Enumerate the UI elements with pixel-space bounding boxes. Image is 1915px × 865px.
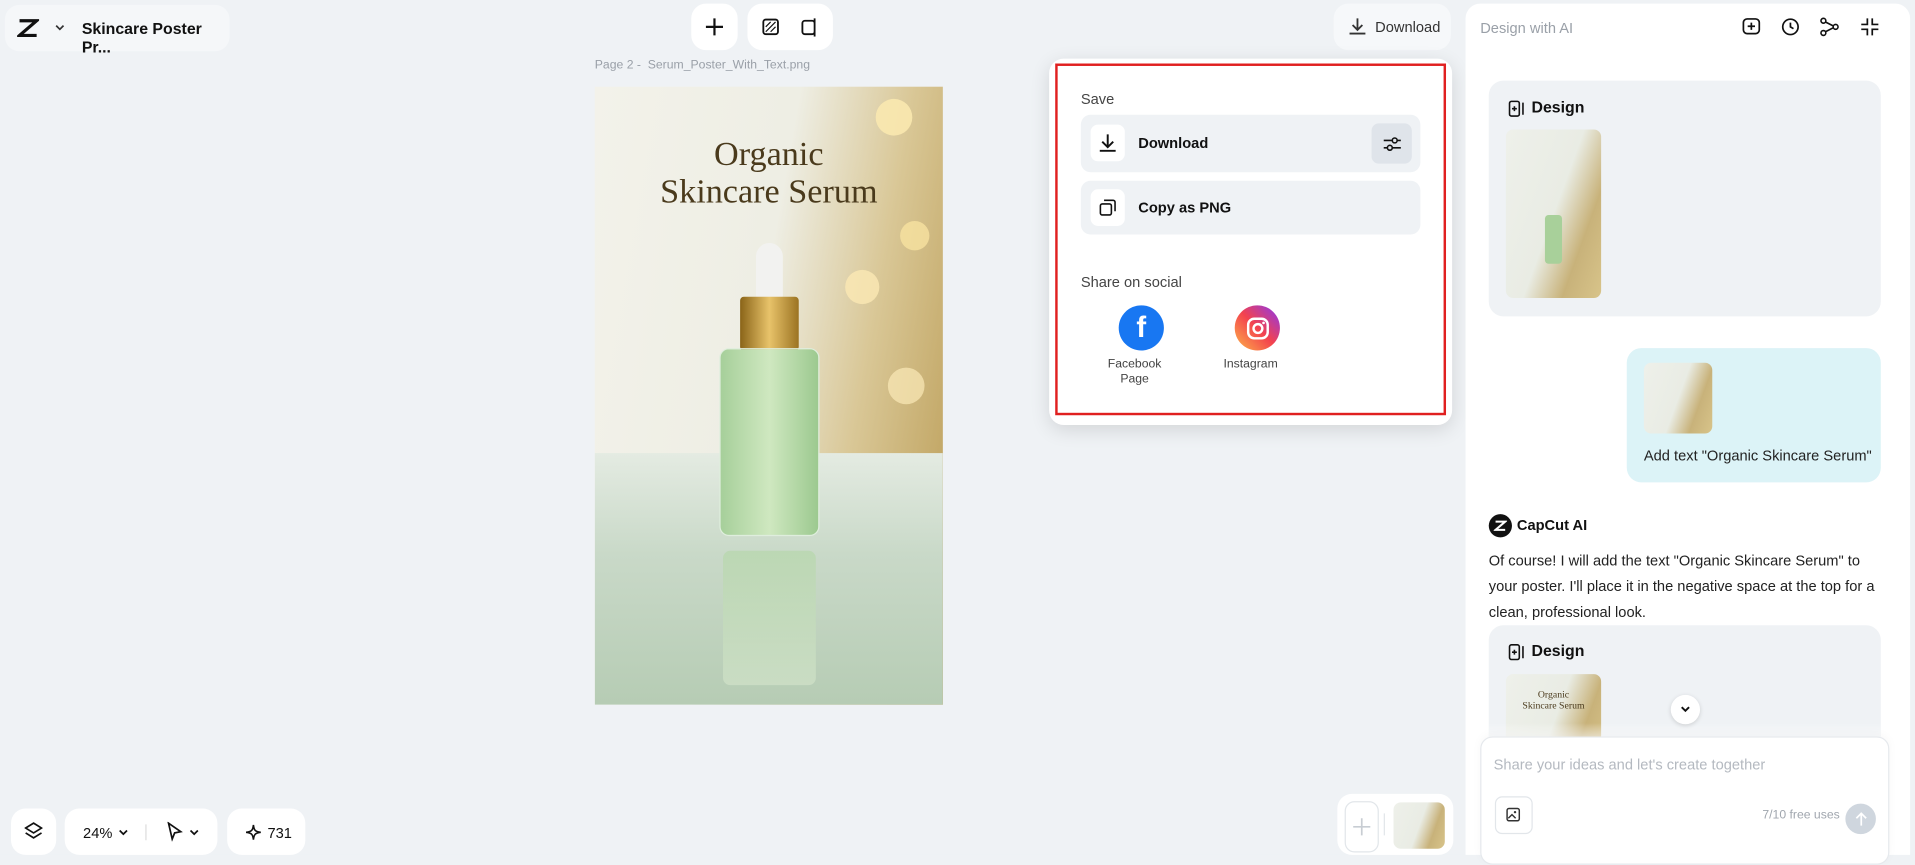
- ai-panel: Design with AI Design Add text "Organic …: [1465, 3, 1911, 865]
- bokeh-light: [900, 221, 930, 251]
- bottle-body: [718, 348, 819, 537]
- design-thumbnail[interactable]: [1505, 129, 1602, 298]
- chevron-down-icon[interactable]: [54, 23, 66, 33]
- plus-icon: [705, 17, 725, 37]
- facebook-icon: f: [1118, 305, 1164, 351]
- share-heading: Share on social: [1080, 273, 1182, 291]
- download-icon: [1348, 17, 1366, 35]
- assistant-message: Of course! I will add the text "Organic …: [1488, 552, 1875, 621]
- thumb-title-line: Skincare Serum: [1522, 699, 1585, 711]
- design-card: Design: [1488, 80, 1881, 317]
- poster-canvas[interactable]: Organic Skincare Serum: [594, 86, 943, 705]
- collapse-icon[interactable]: [1860, 17, 1880, 37]
- poster-title-line: Organic: [714, 135, 824, 174]
- layers-button[interactable]: [10, 808, 57, 855]
- capcut-ai-avatar: [1488, 514, 1512, 538]
- page-strip: [1337, 793, 1454, 855]
- history-icon[interactable]: [1781, 17, 1801, 37]
- page-number: Page 2 -: [594, 58, 641, 73]
- add-button[interactable]: [691, 3, 738, 51]
- divider: [145, 824, 147, 841]
- download-button[interactable]: Download: [1333, 3, 1451, 51]
- credits-button[interactable]: 731: [227, 808, 306, 855]
- zoom-controls: 24%: [64, 808, 218, 855]
- scroll-down-button[interactable]: [1670, 694, 1701, 725]
- background-icon[interactable]: [762, 18, 779, 36]
- bokeh-light: [845, 269, 880, 305]
- copy-image-icon: [1090, 189, 1125, 226]
- project-title[interactable]: Skincare Poster Pr...: [82, 20, 230, 57]
- bokeh-light: [887, 367, 925, 405]
- design-icon: [1508, 100, 1525, 117]
- settings-sliders-icon[interactable]: [1371, 123, 1412, 164]
- poster-title: Organic Skincare Serum: [595, 136, 943, 212]
- copy-as-png-option[interactable]: Copy as PNG: [1080, 180, 1421, 235]
- download-icon: [1090, 124, 1125, 162]
- bottle-dropper: [755, 243, 783, 300]
- chevron-down-icon[interactable]: [117, 828, 129, 838]
- menu-download-option[interactable]: Download: [1080, 114, 1421, 173]
- add-image-icon[interactable]: [1494, 796, 1533, 835]
- usage-counter: 7/10 free uses: [1762, 808, 1840, 822]
- facebook-label: Facebook: [1107, 357, 1162, 372]
- app: Skincare Poster Pr... Page 2 - Serum_Pos…: [0, 0, 1915, 865]
- save-heading: Save: [1080, 90, 1115, 108]
- bottle-cap: [739, 296, 799, 351]
- download-menu: Save Download Copy as PNG Share on socia…: [1049, 58, 1453, 426]
- bokeh-light: [875, 98, 913, 136]
- layers-icon: [24, 822, 43, 840]
- capcut-logo-icon: [17, 18, 40, 38]
- project-menu[interactable]: Skincare Poster Pr...: [4, 4, 230, 56]
- add-page-button[interactable]: [1344, 801, 1379, 853]
- instagram-icon: [1234, 305, 1280, 351]
- design-card: Design Organic Skincare Serum: [1488, 625, 1881, 748]
- poster-title-line: Skincare Serum: [660, 173, 878, 212]
- canvas-tools: [747, 3, 833, 51]
- pointer-tool-icon[interactable]: [166, 821, 183, 842]
- user-message-text: Add text "Organic Skincare Serum": [1643, 446, 1872, 465]
- design-card-title: Design: [1531, 641, 1585, 660]
- thumb-title-line: Organic: [1537, 688, 1570, 700]
- page-label: Page 2 - Serum_Poster_With_Text.png: [595, 59, 810, 72]
- share-instagram[interactable]: Instagram: [1214, 305, 1287, 371]
- bottle-reflection: [722, 550, 816, 686]
- attached-image[interactable]: [1643, 362, 1713, 434]
- design-icon: [1508, 644, 1525, 661]
- bottle: [1544, 214, 1563, 264]
- download-button-label: Download: [1375, 18, 1441, 36]
- share-icon[interactable]: [1820, 17, 1840, 37]
- ai-panel-title: Design with AI: [1480, 19, 1574, 37]
- page-thumbnail[interactable]: [1393, 802, 1445, 849]
- facebook-label: Page: [1120, 372, 1149, 386]
- chat-input-box: Share your ideas and let's create togeth…: [1480, 736, 1890, 865]
- assistant-name: CapCut AI: [1516, 516, 1588, 534]
- divider: [1383, 813, 1385, 836]
- design-card-title: Design: [1531, 97, 1585, 117]
- sparkle-icon: [245, 824, 261, 840]
- chat-input[interactable]: Share your ideas and let's create togeth…: [1494, 756, 1766, 773]
- send-button[interactable]: [1845, 803, 1876, 835]
- user-message: Add text "Organic Skincare Serum": [1626, 348, 1881, 483]
- resize-icon[interactable]: [800, 17, 817, 37]
- credits-count: 731: [267, 824, 292, 842]
- zoom-level-dropdown[interactable]: 24%: [83, 824, 112, 841]
- copy-option-label: Copy as PNG: [1138, 199, 1232, 217]
- download-option-label: Download: [1138, 134, 1209, 152]
- new-chat-icon[interactable]: [1742, 17, 1762, 37]
- file-name: Serum_Poster_With_Text.png: [647, 58, 810, 73]
- instagram-label: Instagram: [1223, 357, 1278, 372]
- share-facebook[interactable]: f Facebook Page: [1098, 305, 1171, 387]
- chevron-down-icon[interactable]: [188, 828, 200, 838]
